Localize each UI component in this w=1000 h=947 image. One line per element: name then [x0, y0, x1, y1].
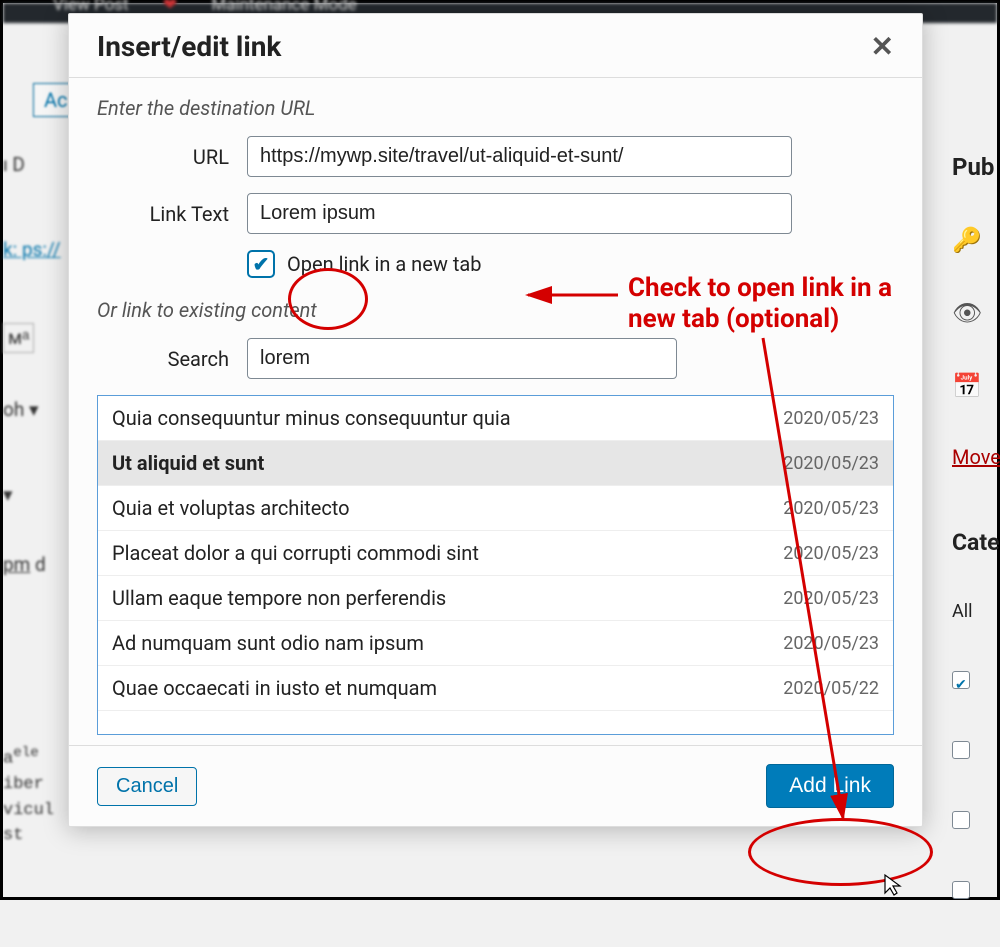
result-item[interactable]: Ut aliquid et sunt2020/05/23: [98, 441, 893, 486]
existing-hint: Or link to existing content: [97, 298, 894, 322]
bg-right-sidebar: Pub 🔑 👁 📅 Move Cate All: [952, 153, 997, 947]
search-input[interactable]: [247, 338, 677, 379]
bg-move-link: Move: [952, 445, 997, 469]
cursor-icon: [883, 873, 903, 902]
linktext-label: Link Text: [97, 202, 247, 226]
key-icon: 🔑: [952, 226, 997, 254]
url-input[interactable]: [247, 136, 792, 177]
linktext-input[interactable]: [247, 193, 792, 234]
result-item[interactable]: Ad numquam sunt odio nam ipsum2020/05/23: [98, 621, 893, 666]
insert-link-dialog: Insert/edit link ✕ Enter the destination…: [68, 13, 923, 827]
cancel-button[interactable]: Cancel: [97, 767, 197, 806]
search-label: Search: [97, 347, 247, 371]
dialog-title: Insert/edit link: [97, 30, 281, 63]
url-label: URL: [97, 145, 247, 169]
annotation-circle-addlink: [748, 818, 933, 886]
search-results[interactable]: Quia consequuntur minus consequuntur qui…: [97, 395, 894, 735]
result-item[interactable]: Quae occaecati in iusto et numquam2020/0…: [98, 666, 893, 711]
result-item[interactable]: Quia et voluptas architecto2020/05/23: [98, 486, 893, 531]
newtab-label: Open link in a new tab: [287, 252, 481, 276]
calendar-icon: 📅: [952, 372, 997, 400]
eye-icon: 👁: [952, 299, 997, 327]
close-icon[interactable]: ✕: [871, 30, 894, 63]
destination-hint: Enter the destination URL: [97, 96, 894, 120]
add-link-button[interactable]: Add Link: [766, 764, 894, 808]
result-item[interactable]: Quia consequuntur minus consequuntur qui…: [98, 396, 893, 441]
newtab-checkbox[interactable]: ✔: [247, 250, 275, 278]
result-item[interactable]: Ullam eaque tempore non perferendis2020/…: [98, 576, 893, 621]
result-item[interactable]: Placeat dolor a qui corrupti commodi sin…: [98, 531, 893, 576]
